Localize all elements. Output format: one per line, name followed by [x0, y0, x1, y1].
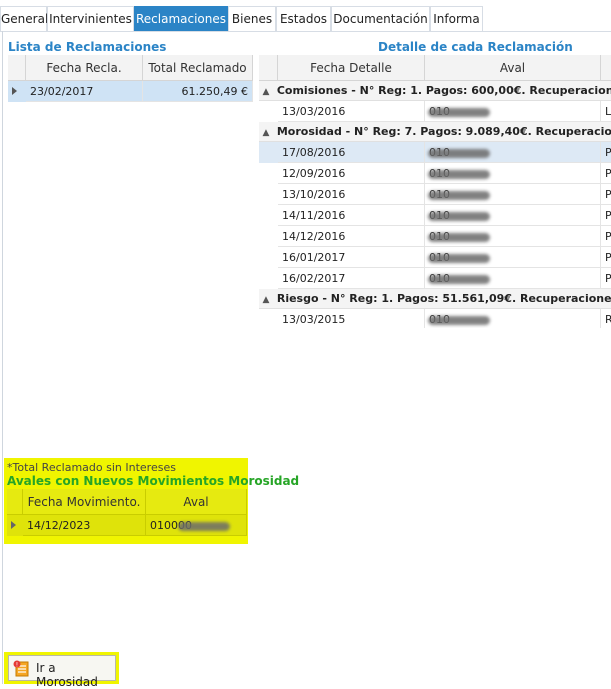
fecha-detalle: 16/01/2017: [278, 247, 425, 268]
aval-cell: 010: [425, 226, 601, 247]
extra-cell: PA: [601, 163, 611, 184]
aval-cell: 010: [425, 142, 601, 163]
col-fecha-recla[interactable]: Fecha Recla.: [26, 55, 143, 81]
svg-text:!: !: [16, 662, 18, 669]
redacted-mark: [428, 253, 490, 263]
aval-cell: 010: [425, 205, 601, 226]
collapse-icon[interactable]: ▲: [259, 123, 273, 141]
redacted-mark: [428, 315, 490, 325]
group-riesgo[interactable]: ▲ Riesgo - N° Reg: 1. Pagos: 51.561,09€.…: [259, 289, 611, 309]
col-aval[interactable]: Aval: [146, 489, 247, 515]
table-row[interactable]: 14/12/2016 010 PA: [259, 226, 611, 247]
extra-cell: PA: [601, 268, 611, 289]
table-row[interactable]: 14/11/2016 010 PA: [259, 205, 611, 226]
table-row[interactable]: 13/03/2015 010 R: [259, 309, 611, 328]
extra-cell: PA: [601, 205, 611, 226]
fecha-detalle: 14/12/2016: [278, 226, 425, 247]
group-header-spacer: [259, 55, 278, 81]
fecha-detalle: 14/11/2016: [278, 205, 425, 226]
collapse-icon[interactable]: ▲: [259, 290, 273, 308]
row-selector-header: [7, 489, 23, 515]
redacted-mark: [428, 107, 490, 117]
fecha-movimiento-value: 14/12/2023: [23, 515, 146, 536]
collapse-icon[interactable]: ▲: [259, 82, 273, 100]
aval-cell: 010: [425, 268, 601, 289]
tab-reclamaciones[interactable]: Reclamaciones: [134, 6, 228, 31]
detalle-title: Detalle de cada Reclamación: [378, 40, 573, 54]
aval-cell: 010: [425, 247, 601, 268]
col-total-reclamado[interactable]: Total Reclamado: [143, 55, 253, 81]
row-indicator-icon: [12, 87, 17, 95]
row-indicator-icon: [11, 521, 16, 529]
aval-cell: 010: [425, 309, 601, 328]
aval-cell: 010: [425, 101, 601, 122]
tab-bar: General Intervinientes Reclamaciones Bie…: [0, 0, 611, 32]
fecha-detalle: 13/03/2015: [278, 309, 425, 328]
fecha-recla-value: 23/02/2017: [26, 81, 143, 102]
redacted-mark: [428, 211, 490, 221]
group-label: Riesgo - N° Reg: 1. Pagos: 51.561,09€. R…: [276, 292, 611, 305]
table-row[interactable]: 13/03/2016 010 Li: [259, 101, 611, 122]
tab-general[interactable]: General: [0, 6, 48, 31]
detalle-grid: Fecha Detalle Aval ▲ Comisiones - N° Reg…: [259, 55, 611, 328]
redacted-mark: [428, 169, 490, 179]
group-morosidad[interactable]: ▲ Morosidad - N° Reg: 7. Pagos: 9.089,40…: [259, 122, 611, 142]
fecha-detalle: 16/02/2017: [278, 268, 425, 289]
fecha-detalle: 12/09/2016: [278, 163, 425, 184]
table-row[interactable]: 16/01/2017 010 PA: [259, 247, 611, 268]
ir-a-morosidad-button[interactable]: ! Ir a Morosidad: [8, 655, 116, 689]
tab-intervinientes[interactable]: Intervinientes: [47, 6, 134, 31]
tab-documentacion[interactable]: Documentación: [331, 6, 430, 31]
group-comisiones[interactable]: ▲ Comisiones - N° Reg: 1. Pagos: 600,00€…: [259, 81, 611, 101]
fecha-detalle: 17/08/2016: [278, 142, 425, 163]
fecha-detalle: 13/10/2016: [278, 184, 425, 205]
col-extra[interactable]: [601, 55, 611, 81]
aval-cell: 010: [425, 184, 601, 205]
col-aval[interactable]: Aval: [425, 55, 601, 81]
table-row[interactable]: 14/12/2023 010000: [7, 515, 247, 536]
extra-cell: PA: [601, 142, 611, 163]
table-row[interactable]: 12/09/2016 010 PA: [259, 163, 611, 184]
table-row[interactable]: 23/02/2017 61.250,49 €: [8, 81, 253, 102]
table-row[interactable]: 17/08/2016 010 PA: [259, 142, 611, 163]
aval-cell: 010: [425, 163, 601, 184]
lista-reclamaciones-title: Lista de Reclamaciones: [8, 40, 167, 54]
total-reclamado-value: 61.250,49 €: [143, 81, 253, 102]
aval-cell: 010000: [146, 515, 247, 536]
extra-cell: PA: [601, 247, 611, 268]
redacted-mark: [428, 148, 490, 158]
panel-border: [2, 31, 3, 684]
tab-informa[interactable]: Informa: [430, 6, 483, 31]
redacted-mark: [428, 274, 490, 284]
redacted-mark: [178, 521, 230, 531]
col-fecha-detalle[interactable]: Fecha Detalle: [278, 55, 425, 81]
extra-cell: Li: [601, 101, 611, 122]
avales-title: Avales con Nuevos Movimientos Morosidad: [7, 474, 300, 488]
extra-cell: PA: [601, 184, 611, 205]
fecha-detalle: 13/03/2016: [278, 101, 425, 122]
morosidad-icon: !: [13, 660, 29, 677]
total-note: *Total Reclamado sin Intereses: [7, 461, 176, 474]
col-fecha-movimiento[interactable]: Fecha Movimiento.: [23, 489, 146, 515]
lista-reclamaciones-grid: Fecha Recla. Total Reclamado 23/02/2017 …: [8, 55, 253, 103]
redacted-mark: [428, 232, 490, 242]
group-label: Morosidad - N° Reg: 7. Pagos: 9.089,40€.…: [276, 125, 611, 138]
avales-grid: Fecha Movimiento. Aval 14/12/2023 010000: [7, 489, 247, 537]
table-row[interactable]: 16/02/2017 010 PA: [259, 268, 611, 289]
ir-a-morosidad-label: Ir a Morosidad: [36, 661, 98, 689]
tab-estados[interactable]: Estados: [276, 6, 331, 31]
redacted-mark: [428, 190, 490, 200]
extra-cell: R: [601, 309, 611, 328]
table-row[interactable]: 13/10/2016 010 PA: [259, 184, 611, 205]
group-label: Comisiones - N° Reg: 1. Pagos: 600,00€. …: [276, 84, 611, 97]
row-selector-header: [8, 55, 26, 81]
tab-bienes[interactable]: Bienes: [228, 6, 276, 31]
extra-cell: PA: [601, 226, 611, 247]
